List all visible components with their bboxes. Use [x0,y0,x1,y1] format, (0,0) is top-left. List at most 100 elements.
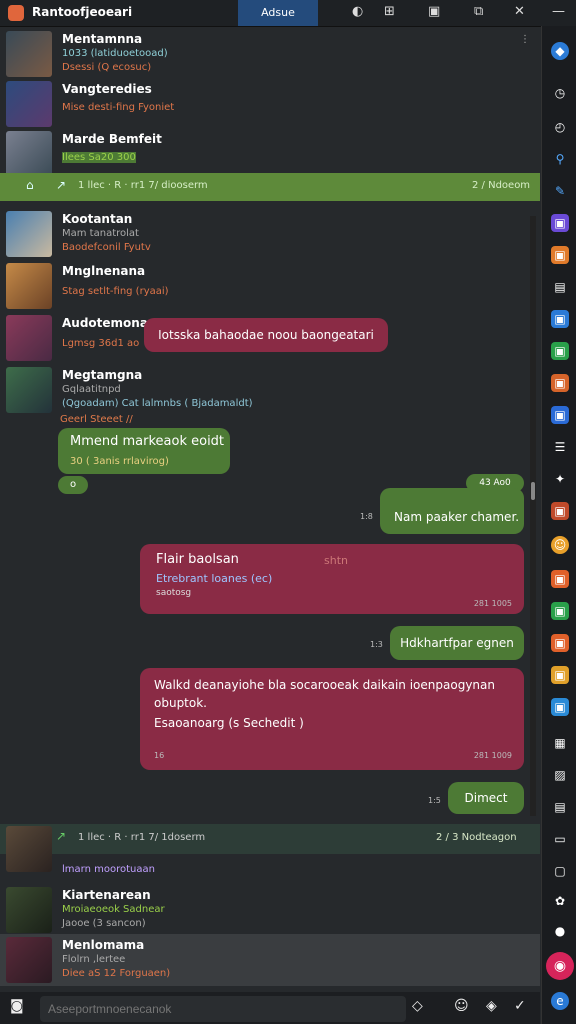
message-bubble[interactable]: Hdkhartfpar egnen [390,626,524,660]
drop-icon[interactable]: ◆ [551,42,569,60]
group-bar-label: 1 llec · R · rr1 7/ diooserm [78,180,208,191]
contact-row[interactable]: Mnglnenana Stag setlt-fing (ryaai) [0,260,540,309]
share-icon[interactable]: ⊞ [384,4,395,19]
app-icon[interactable]: ▣ [551,602,569,620]
app-title: Rantoofjeoeari [32,5,133,19]
group-bar-label: 1 llec · R · rr1 7/ 1doserm [78,832,206,843]
title-bar: Rantoofjeoeari Adsue ◐ ⊞ ▣ ⧉ ✕ — [0,0,576,27]
message-sub: Etrebrant loanes (ec) [156,572,273,585]
contact-line1: Mroiaeoeok Sadnear [62,904,165,915]
app-icon[interactable]: ▣ [551,406,569,424]
input-bar: ◙ ◇ ☺ ◈ ✓ [0,992,540,1024]
app-icon[interactable]: ▣ [551,698,569,716]
list-icon[interactable]: ☰ [551,438,569,456]
message-time: 1:5 [428,796,441,805]
terminal-icon[interactable]: ▭ [551,830,569,848]
app-icon[interactable]: ▣ [551,570,569,588]
message-bubble[interactable]: Walkd deanayiohe bla socarooeak daikain … [140,668,524,770]
message-line2: obuptok. [154,696,207,710]
message-text: Mmend markeaok eoidt [70,434,225,449]
shield-icon[interactable]: ◈ [486,998,497,1014]
contact-name: Kiartenarean [62,888,151,902]
contact-row-selected[interactable]: Menlomama Flolrn ,lertee Diee aS 12 Forg… [0,934,540,986]
message-bubble[interactable]: Nam paaker chamer. [380,488,524,534]
close-icon[interactable]: ✕ [514,4,525,19]
edit-icon[interactable]: ✎ [551,182,569,200]
group-bar-count: 2 / 3 Nodteagon [436,832,517,843]
camera-icon[interactable]: ◙ [10,998,24,1014]
minimize-icon[interactable]: — [552,4,565,19]
message-input[interactable] [40,996,406,1022]
center-tab[interactable]: Adsue [238,0,318,26]
message-bubble[interactable]: Flair baolsan shtn Etrebrant loanes (ec)… [140,544,524,614]
app-icon[interactable]: ▣ [551,246,569,264]
app-icon[interactable]: ▣ [551,634,569,652]
app-logo-icon [8,5,24,21]
message-bubble[interactable]: Dimect [448,782,524,814]
image-icon[interactable]: ▨ [551,766,569,784]
app-icon[interactable]: ▣ [551,502,569,520]
app-icon[interactable]: ✦ [551,470,569,488]
app-icon[interactable]: ▣ [551,342,569,360]
arrow-icon[interactable]: ↗ [56,178,66,192]
send-icon[interactable]: ✓ [514,998,526,1014]
attach-icon[interactable]: ◇ [412,998,423,1014]
resize-icon[interactable]: ⧉ [474,4,483,19]
contact-line2: Lgmsg 36d1 ao [62,338,140,349]
avatar [6,263,52,309]
avatar [6,367,52,413]
home-icon[interactable]: ⌂ [26,178,34,192]
scrollbar-thumb[interactable] [531,482,535,500]
contact-name: Mentamnna [62,32,143,46]
contact-name: Vangteredies [62,82,152,96]
search-icon[interactable]: ⚲ [551,150,569,168]
app-icon[interactable]: ▣ [551,214,569,232]
record-icon[interactable]: ◉ [546,952,574,980]
message-bubble[interactable]: Mmend markeaok eoidt 30 ( 3anis rrlaviro… [58,428,230,474]
scrollbar[interactable] [530,216,536,816]
doc-icon[interactable]: ▤ [551,798,569,816]
contact-row[interactable]: lmarn moorotuaan [0,856,540,884]
camera-icon[interactable]: ◐ [352,4,363,19]
more-icon[interactable]: ⋮ [520,34,530,45]
emoji-icon[interactable]: ☺ [551,536,569,554]
contact-row[interactable]: Marde Bemfeit Ilees Sa20 300 [0,128,540,177]
contact-line2: Jaooe (3 sancon) [62,918,146,929]
settings-icon[interactable]: ✿ [551,892,569,910]
contact-line2: lmarn moorotuaan [62,864,155,875]
window-icon[interactable]: ▣ [428,4,440,19]
contact-row[interactable]: Mentamnna 1033 (latiduoetooad) Dsessi (Q… [0,28,540,77]
group-bar[interactable]: ↗ 1 llec · R · rr1 7/ 1doserm 2 / 3 Nodt… [0,824,540,872]
message-time: 281 1009 [473,751,512,760]
contact-line1: Gqlaatitnpd [62,384,121,395]
contact-row[interactable]: Kootantan Mam tanatrolat Baodefconil Fyu… [0,208,540,257]
avatar [6,131,52,177]
message-time: 1:3 [370,640,383,649]
contact-line2: Baodefconil Fyutv [62,242,151,253]
message-text: Nam paaker chamer. [394,510,520,524]
message-bubble[interactable]: Iotsska bahaodae noou baongeatari [144,318,388,352]
timer-icon[interactable]: ◴ [551,118,569,136]
message-text: Flair baolsan [156,552,239,567]
app-icon[interactable]: ▣ [551,374,569,392]
message-time: 1:8 [360,512,373,521]
group-bar[interactable]: ⌂ ↗ 1 llec · R · rr1 7/ diooserm 2 / Ndo… [0,173,540,201]
browser-icon[interactable]: e [551,992,569,1010]
grid-icon[interactable]: ▦ [551,734,569,752]
app-icon[interactable]: ▣ [551,310,569,328]
avatar[interactable]: ● [551,922,569,940]
chat-icon[interactable]: ▢ [551,862,569,880]
right-rail: ◆ ◷ ◴ ⚲ ✎ ▣ ▣ ▤ ▣ ▣ ▣ ▣ ☰ ✦ ▣ ☺ ▣ ▣ ▣ ▣ … [541,26,576,1024]
contact-row[interactable]: Megtamgna Gqlaatitnpd (Qgoadam) Cat lalm… [0,364,540,413]
app-icon[interactable]: ▤ [551,278,569,296]
message-text-faded: shtn [324,554,348,567]
app-icon[interactable]: ▣ [551,666,569,684]
reaction-bubble[interactable]: o [58,476,88,494]
contact-row[interactable]: Vangteredies Mise desti-fing Fyoniet [0,78,540,127]
avatar [6,31,52,77]
clock-icon[interactable]: ◷ [551,84,569,102]
contact-row[interactable]: Kiartenarean Mroiaeoeok Sadnear Jaooe (3… [0,884,540,933]
contact-line2: Diee aS 12 Forguaen) [62,968,171,979]
arrow-icon[interactable]: ↗ [56,829,66,843]
emoji-icon[interactable]: ☺ [454,998,469,1014]
